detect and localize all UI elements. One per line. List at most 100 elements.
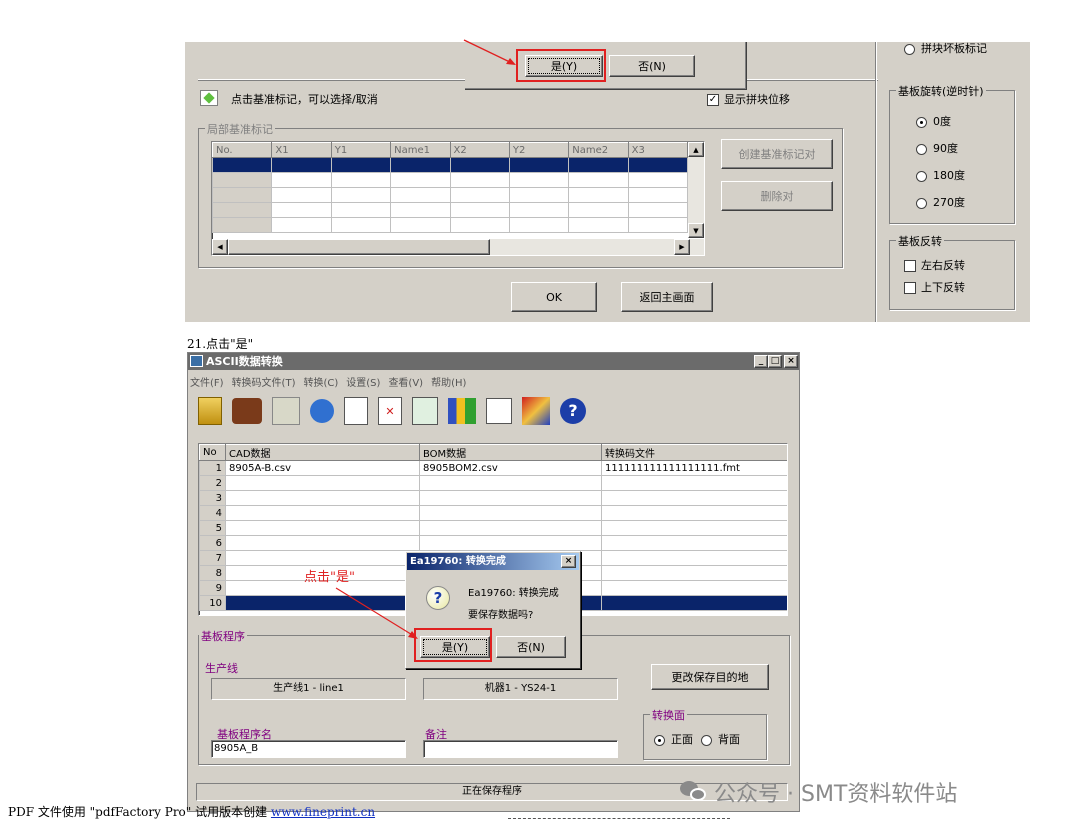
program-name-input[interactable]: 8905A_B xyxy=(211,740,406,758)
side-option[interactable]: 正面 xyxy=(654,731,693,747)
grid-header-0: No. xyxy=(212,142,273,158)
grid-cell xyxy=(508,217,570,233)
table-cell-no: 4 xyxy=(199,505,226,521)
message-close-icon[interactable]: × xyxy=(561,555,576,568)
table-row[interactable]: 1 8905A-B.csv 8905BOM2.csv 1111111111111111… xyxy=(199,460,787,476)
grid-header-6: Name2 xyxy=(568,142,629,158)
grid-cell xyxy=(390,172,451,188)
message-no-button[interactable]: 否(N) xyxy=(496,636,566,658)
create-pair-button[interactable]: 创建基准标记对 xyxy=(721,139,833,169)
table-cell-cad xyxy=(225,505,420,521)
table-cell-no: 2 xyxy=(199,475,226,491)
open-icon[interactable] xyxy=(198,397,222,425)
grid-row[interactable] xyxy=(212,217,689,233)
menu-item[interactable]: 转换(C) xyxy=(303,374,338,390)
scroll-up-icon[interactable]: ▲ xyxy=(688,142,704,157)
side-option[interactable]: 背面 xyxy=(701,731,740,747)
grid-header-2: Y1 xyxy=(330,142,392,158)
menu-item[interactable]: 文件(F) xyxy=(190,374,224,390)
flip-option[interactable]: 上下反转 xyxy=(904,279,965,301)
table-row[interactable]: 6 xyxy=(199,535,787,551)
grid-cell xyxy=(449,187,510,203)
scroll-thumb[interactable] xyxy=(228,239,490,255)
rotation-option[interactable]: 90度 xyxy=(916,140,965,167)
grid-row[interactable] xyxy=(212,187,689,203)
convert-icon[interactable] xyxy=(310,399,334,423)
maximize-icon[interactable]: □ xyxy=(768,355,782,368)
marker-icon xyxy=(200,90,218,106)
side-group: 转换面 正面 背面 xyxy=(643,707,767,760)
grid-row[interactable] xyxy=(212,172,689,188)
confirm-no-button[interactable]: 否(N) xyxy=(609,55,695,77)
delete-pair-button[interactable]: 删除对 xyxy=(721,181,833,211)
rotation-radio xyxy=(916,116,927,128)
menu-item[interactable]: 查看(V) xyxy=(388,374,423,390)
chart-icon[interactable] xyxy=(448,398,476,424)
table-row[interactable]: 2 xyxy=(199,475,787,491)
return-main-button[interactable]: 返回主画面 xyxy=(621,282,713,312)
settings-icon[interactable] xyxy=(522,397,550,425)
remark-input[interactable] xyxy=(423,740,618,758)
grid-cell xyxy=(390,187,451,203)
table-cell-conv xyxy=(601,490,787,506)
change-destination-button[interactable]: 更改保存目的地 xyxy=(651,664,769,690)
footer-dash-line xyxy=(508,818,730,819)
menu-item[interactable]: 设置(S) xyxy=(346,374,380,390)
table-row[interactable]: 5 xyxy=(199,520,787,536)
list-icon[interactable] xyxy=(486,398,512,424)
table-cell-cad: 8905A-B.csv xyxy=(225,460,420,476)
line-label: 生产线 xyxy=(205,662,238,675)
menu-item[interactable]: 转换码文件(T) xyxy=(232,374,296,390)
grid-row[interactable] xyxy=(212,202,689,218)
window-title: ASCII数据转换 xyxy=(206,355,283,368)
rotation-option[interactable]: 180度 xyxy=(916,167,965,194)
table-header-2: BOM数据 xyxy=(419,444,602,461)
delete-file-icon[interactable]: ✕ xyxy=(378,397,402,425)
local-marker-group-title: 局部基准标记 xyxy=(205,121,275,137)
yes-highlight-box xyxy=(516,49,606,82)
side-radio xyxy=(654,734,665,746)
scroll-left-icon[interactable]: ◀ xyxy=(212,239,228,255)
close-icon[interactable]: × xyxy=(784,355,798,368)
table-cell-conv xyxy=(601,580,787,596)
message-yes-highlight xyxy=(414,628,492,662)
comment-icon[interactable] xyxy=(232,398,262,424)
minimize-icon[interactable]: _ xyxy=(754,355,768,368)
grid-cell xyxy=(627,157,689,173)
bad-board-label: 拼块坏板标记 xyxy=(921,42,987,55)
notepad-icon[interactable] xyxy=(272,397,300,425)
table-cell-no: 1 xyxy=(199,460,226,476)
scroll-down-icon[interactable]: ▼ xyxy=(688,223,704,238)
flip-option[interactable]: 左右反转 xyxy=(904,257,965,279)
grid-cell xyxy=(508,187,570,203)
table-row[interactable]: 4 xyxy=(199,505,787,521)
grid-cell xyxy=(449,217,510,233)
grid-cell xyxy=(568,187,629,203)
help-icon[interactable]: ? xyxy=(560,398,586,424)
rotation-label: 90度 xyxy=(933,142,958,155)
grid-header-1: X1 xyxy=(271,142,332,158)
copy-file-icon[interactable] xyxy=(412,397,438,425)
ok-button[interactable]: OK xyxy=(511,282,597,312)
scroll-right-icon[interactable]: ▶ xyxy=(674,239,690,255)
message-line2: 要保存数据吗? xyxy=(468,610,534,621)
step-caption: 21.点击"是" xyxy=(187,337,254,351)
rotation-option[interactable]: 0度 xyxy=(916,113,965,140)
grid-cell xyxy=(271,157,332,173)
side-label: 背面 xyxy=(718,733,740,746)
menu-item[interactable]: 帮助(H) xyxy=(431,374,466,390)
grid-row[interactable] xyxy=(212,157,689,173)
message-line1: Ea19760: 转换完成 xyxy=(468,588,559,599)
grid-cell xyxy=(330,157,392,173)
rotation-option[interactable]: 270度 xyxy=(916,194,965,221)
machine-field: 机器1 - YS24-1 xyxy=(423,678,618,700)
table-row[interactable]: 3 xyxy=(199,490,787,506)
new-file-icon[interactable] xyxy=(344,397,368,425)
horizontal-scrollbar[interactable]: ◀ ▶ xyxy=(212,239,704,255)
bad-board-option[interactable]: 拼块坏板标记 xyxy=(904,40,987,56)
side-radio xyxy=(701,734,712,746)
pdf-footer-link[interactable]: www.fineprint.cn xyxy=(271,805,375,819)
table-header-3: 转换码文件 xyxy=(601,444,787,461)
show-offset-checkbox[interactable]: ✓ 显示拼块位移 xyxy=(707,91,790,107)
vertical-scrollbar[interactable]: ▲ ▼ xyxy=(688,142,704,238)
